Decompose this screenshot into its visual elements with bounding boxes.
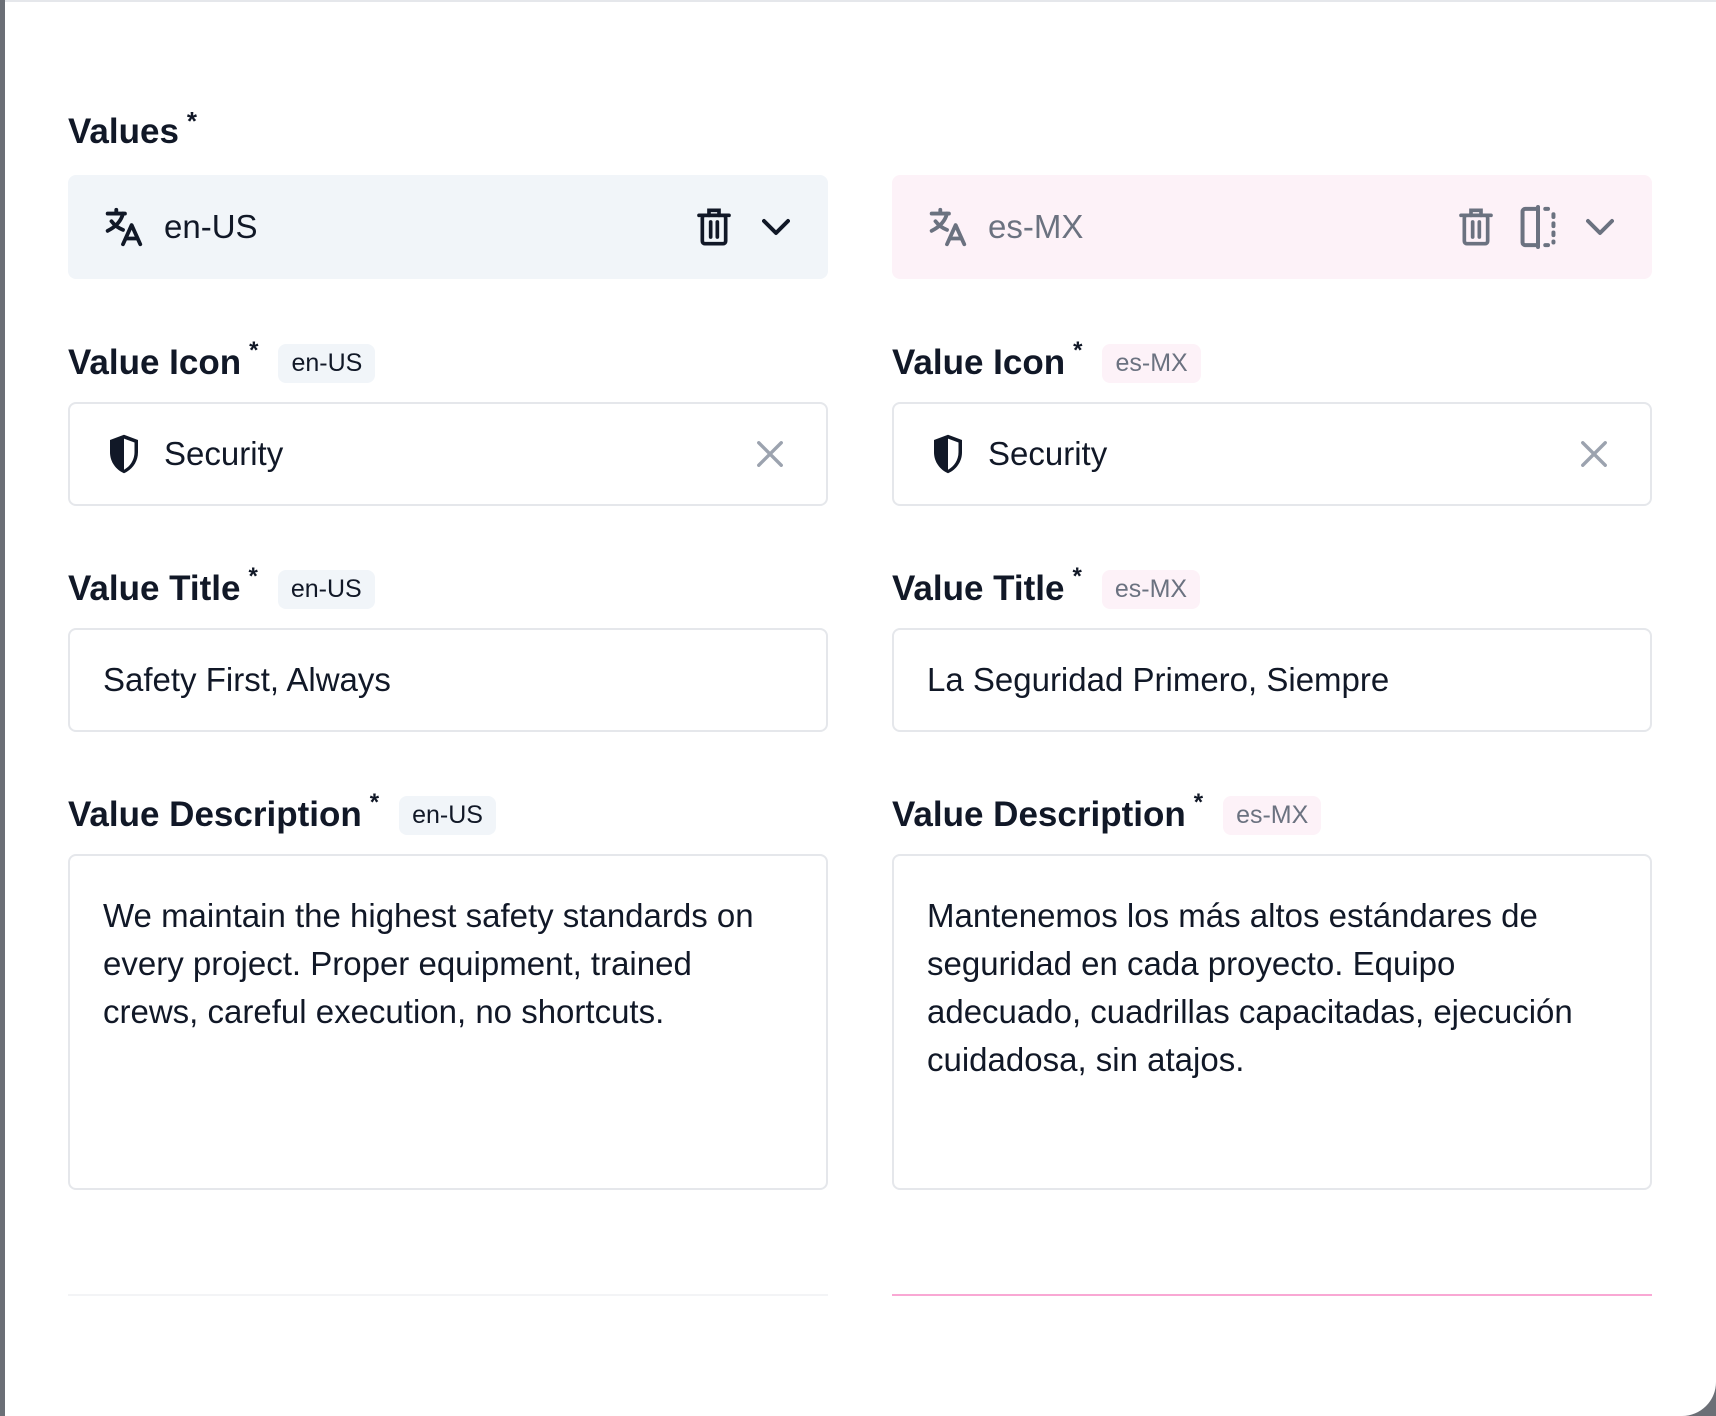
value-description-textarea[interactable]: We maintain the highest safety standards… xyxy=(68,854,828,1190)
field-label-text: Value Title xyxy=(892,569,1065,608)
required-marker: * xyxy=(369,789,380,816)
value-description-textarea[interactable]: Mantenemos los más altos estándares de s… xyxy=(892,854,1652,1190)
split-view-button[interactable] xyxy=(1516,203,1560,251)
field-label-value-description: Value Description * en-US xyxy=(68,789,496,837)
field-label-text: Value Title xyxy=(68,569,241,608)
field-label-value-title: Value Title * es-MX xyxy=(892,563,1201,611)
locale-badge: es-MX xyxy=(1101,569,1201,609)
field-label-text: Value Description xyxy=(68,795,362,834)
field-label-text: Value Icon xyxy=(68,343,242,382)
locale-column-es-mx: es-MX Value Icon * es-MX Security Value … xyxy=(892,2,1652,1416)
value-icon-selected: Security xyxy=(164,435,284,472)
shield-icon xyxy=(110,434,138,474)
collapse-locale-button[interactable] xyxy=(754,203,798,251)
translate-icon xyxy=(924,204,970,250)
field-label-value-icon: Value Icon * es-MX xyxy=(892,337,1201,385)
close-icon xyxy=(1581,441,1607,467)
chevron-down-icon xyxy=(1586,219,1614,235)
field-label-value-icon: Value Icon * en-US xyxy=(68,337,376,385)
clear-icon-button[interactable] xyxy=(750,434,790,474)
collapse-locale-button[interactable] xyxy=(1578,203,1622,251)
locale-header-es-mx[interactable]: es-MX xyxy=(892,175,1652,279)
close-icon xyxy=(757,441,783,467)
locale-header-label: es-MX xyxy=(988,208,1084,245)
locale-header-label: en-US xyxy=(164,208,258,245)
locale-badge: en-US xyxy=(399,795,496,835)
clear-icon-button[interactable] xyxy=(1574,434,1614,474)
locale-badge: es-MX xyxy=(1102,343,1201,383)
value-title-input[interactable]: Safety First, Always xyxy=(68,628,828,732)
delete-locale-button[interactable] xyxy=(1454,203,1498,251)
trash-icon xyxy=(1459,208,1493,246)
required-marker: * xyxy=(1073,337,1083,364)
value-icon-select[interactable]: Security xyxy=(68,402,828,506)
split-view-icon xyxy=(1520,205,1556,249)
field-label-value-title: Value Title * en-US xyxy=(68,563,375,611)
field-label-text: Value Icon xyxy=(892,343,1066,382)
chevron-down-icon xyxy=(762,219,790,235)
trash-icon xyxy=(697,208,731,246)
field-label-value-description: Value Description * es-MX xyxy=(892,789,1322,837)
field-label-text: Value Description xyxy=(892,795,1186,834)
delete-locale-button[interactable] xyxy=(692,203,736,251)
column-divider xyxy=(68,1294,828,1296)
required-marker: * xyxy=(249,337,259,364)
locale-header-en-us[interactable]: en-US xyxy=(68,175,828,279)
locale-badge: en-US xyxy=(278,343,376,383)
locale-badge: en-US xyxy=(277,569,375,609)
translate-icon xyxy=(100,204,146,250)
value-title-input[interactable]: La Seguridad Primero, Siempre xyxy=(892,628,1652,732)
value-icon-selected: Security xyxy=(988,435,1108,472)
locale-column-en-us: en-US Value Icon * en-US Security Value … xyxy=(68,2,828,1416)
value-icon-select[interactable]: Security xyxy=(892,402,1652,506)
shield-icon xyxy=(934,434,962,474)
column-divider-accent xyxy=(892,1294,1652,1296)
required-marker: * xyxy=(248,563,258,590)
required-marker: * xyxy=(1193,789,1204,816)
required-marker: * xyxy=(1072,563,1082,590)
locale-badge: es-MX xyxy=(1223,795,1322,835)
form-panel: Values * en-US Value Icon * en-US Securi… xyxy=(5,0,1716,1416)
